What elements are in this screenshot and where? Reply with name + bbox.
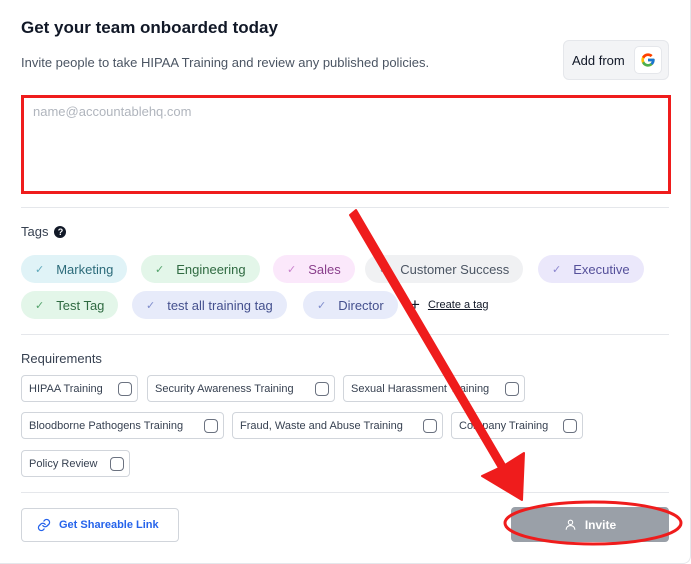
create-tag-label: Create a tag [427, 299, 489, 311]
requirement-company-training[interactable]: Company Training [451, 412, 583, 439]
tag-label: Sales [308, 261, 341, 277]
onboard-card: Get your team onboarded today Invite peo… [0, 0, 691, 564]
requirement-checkbox[interactable] [423, 419, 437, 433]
check-icon: ✓ [35, 299, 45, 312]
plus-icon: + [410, 295, 420, 314]
page-title: Get your team onboarded today [21, 18, 278, 37]
tag-label: Marketing [56, 261, 114, 277]
tag-test-all-training[interactable]: ✓ test all training tag [132, 291, 287, 319]
create-tag-link[interactable]: + Create a tag [410, 295, 488, 315]
tag-executive[interactable]: ✓ Executive [538, 255, 644, 283]
tags-label: Tags [21, 224, 49, 239]
requirement-label: Company Training [459, 419, 549, 432]
requirement-label: HIPAA Training [29, 382, 103, 395]
requirement-label: Policy Review [29, 457, 98, 470]
tag-marketing[interactable]: ✓ Marketing [21, 255, 128, 283]
requirement-label: Bloodborne Pathogens Training [29, 419, 184, 432]
add-from-google-button[interactable]: Add from [563, 40, 669, 80]
requirements-label: Requirements [21, 351, 102, 366]
tag-engineering[interactable]: ✓ Engineering [141, 255, 260, 283]
divider [21, 334, 669, 335]
check-icon: ✓ [317, 299, 327, 312]
requirement-checkbox[interactable] [110, 457, 124, 471]
invite-label: Invite [584, 517, 617, 532]
requirement-checkbox[interactable] [315, 382, 329, 396]
check-icon: ✓ [146, 299, 156, 312]
divider [21, 207, 669, 208]
share-label: Get Shareable Link [59, 519, 159, 531]
requirement-security-awareness[interactable]: Security Awareness Training [147, 375, 335, 402]
requirement-bloodborne-pathogens[interactable]: Bloodborne Pathogens Training [21, 412, 224, 439]
requirement-checkbox[interactable] [118, 382, 132, 396]
tag-director[interactable]: ✓ Director [303, 291, 398, 319]
check-icon: ✓ [287, 263, 297, 276]
check-icon: ✓ [379, 263, 389, 276]
invite-button[interactable]: Invite [511, 507, 669, 542]
requirement-checkbox[interactable] [505, 382, 519, 396]
page-subtitle: Invite people to take HIPAA Training and… [21, 55, 430, 70]
requirement-label: Security Awareness Training [155, 382, 294, 395]
add-from-label: Add from [572, 52, 625, 68]
requirement-policy-review[interactable]: Policy Review [21, 450, 130, 477]
tag-label: Executive [573, 261, 630, 277]
google-logo-icon [634, 46, 662, 74]
check-icon: ✓ [552, 263, 562, 276]
help-icon[interactable]: ? [54, 226, 67, 238]
check-icon: ✓ [155, 263, 165, 276]
tag-sales[interactable]: ✓ Sales [273, 255, 355, 283]
tag-test-tag[interactable]: ✓ Test Tag [21, 291, 119, 319]
user-icon [565, 519, 576, 530]
tag-customer-success[interactable]: ✓ Customer Success [365, 255, 524, 283]
requirement-checkbox[interactable] [204, 419, 218, 433]
tag-label: Engineering [176, 261, 246, 277]
tag-label: Customer Success [400, 261, 510, 277]
requirement-hipaa-training[interactable]: HIPAA Training [21, 375, 138, 402]
requirement-label: Sexual Harassment Training [351, 382, 490, 395]
tags-section-label: Tags? [21, 224, 67, 239]
tag-label: test all training tag [167, 297, 273, 313]
email-input-container [21, 95, 671, 194]
tag-label: Director [338, 297, 384, 313]
check-icon: ✓ [35, 263, 45, 276]
email-input[interactable] [24, 98, 668, 191]
get-shareable-link-button[interactable]: Get Shareable Link [21, 508, 179, 542]
requirement-checkbox[interactable] [563, 419, 577, 433]
divider [21, 492, 669, 493]
requirement-label: Fraud, Waste and Abuse Training [240, 419, 403, 432]
tag-label: Test Tag [56, 297, 105, 313]
requirement-fraud-waste-abuse[interactable]: Fraud, Waste and Abuse Training [232, 412, 443, 439]
link-icon [37, 518, 51, 532]
requirement-sexual-harassment[interactable]: Sexual Harassment Training [343, 375, 525, 402]
